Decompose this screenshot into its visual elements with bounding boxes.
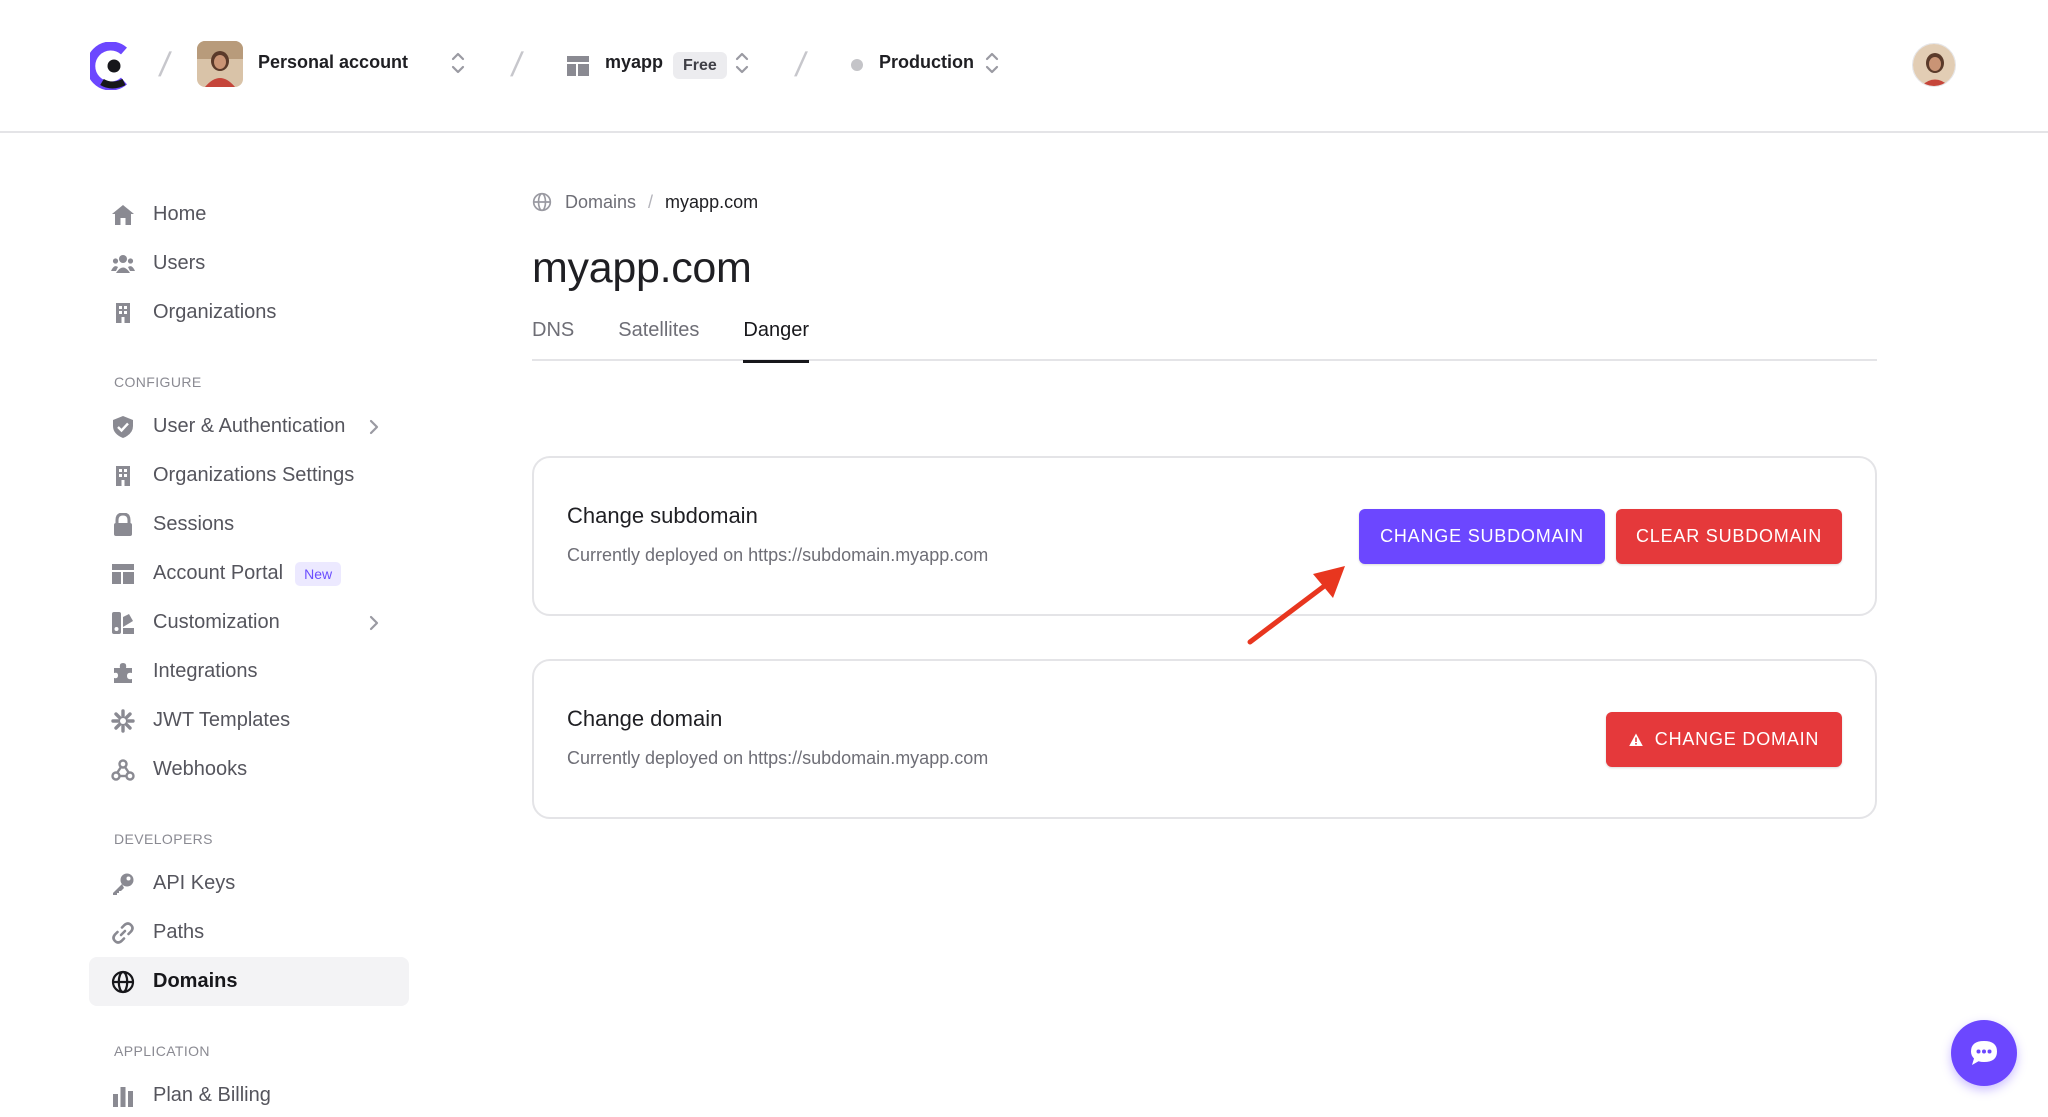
change-subdomain-card: Change subdomain Currently deployed on h… bbox=[532, 456, 1877, 616]
sidebar-item-jwt-templates[interactable]: JWT Templates bbox=[89, 696, 409, 745]
sidebar-item-label: User & Authentication bbox=[153, 415, 346, 437]
asterisk-icon bbox=[111, 708, 135, 733]
change-subdomain-button[interactable]: CHANGE SUBDOMAIN bbox=[1359, 509, 1605, 564]
tab-dns[interactable]: DNS bbox=[532, 317, 574, 361]
card-description: Currently deployed on https://subdomain.… bbox=[567, 748, 989, 768]
sidebar-item-plan-billing[interactable]: Plan & Billing bbox=[89, 1071, 409, 1117]
tab-satellites[interactable]: Satellites bbox=[618, 317, 699, 361]
card-title: Change domain bbox=[567, 706, 723, 731]
account-switcher-chevron-icon[interactable] bbox=[450, 49, 466, 77]
sidebar-item-label: Sessions bbox=[153, 513, 235, 535]
link-icon bbox=[112, 921, 134, 944]
sidebar-item-label: Users bbox=[153, 252, 206, 274]
users-icon bbox=[111, 254, 135, 273]
chevron-right-icon bbox=[369, 419, 379, 435]
clerk-logo[interactable] bbox=[90, 42, 134, 90]
chat-bubble-icon bbox=[1971, 1041, 1997, 1065]
lock-icon bbox=[114, 512, 132, 536]
app-switcher-chevron-icon[interactable] bbox=[734, 49, 750, 77]
sidebar-item-label: API Keys bbox=[153, 872, 236, 894]
sidebar-item-label: Organizations Settings bbox=[153, 464, 355, 486]
sidebar-item-user-authentication[interactable]: User & Authentication bbox=[89, 402, 409, 451]
sidebar-item-organizations[interactable]: Organizations bbox=[89, 288, 409, 337]
account-avatar[interactable] bbox=[197, 41, 243, 87]
sidebar-item-label: Customization bbox=[153, 611, 280, 633]
sidebar-item-label: Domains bbox=[153, 970, 238, 992]
chart-icon bbox=[113, 1086, 133, 1107]
warning-icon bbox=[1628, 733, 1643, 746]
environment-name[interactable]: Production bbox=[879, 52, 974, 73]
account-name[interactable]: Personal account bbox=[258, 52, 408, 73]
card-title: Change subdomain bbox=[567, 503, 758, 528]
main-content: Domains / myapp.com myapp.com DNS Satell… bbox=[532, 190, 1877, 819]
building-icon bbox=[116, 465, 130, 486]
home-icon bbox=[112, 204, 134, 225]
key-icon bbox=[113, 873, 134, 895]
sidebar-item-integrations[interactable]: Integrations bbox=[89, 647, 409, 696]
sidebar-item-api-keys[interactable]: API Keys bbox=[89, 859, 409, 908]
webhook-icon bbox=[111, 758, 135, 781]
breadcrumb-divider: / bbox=[792, 46, 809, 84]
sidebar-item-account-portal[interactable]: Account Portal New bbox=[89, 549, 409, 598]
sidebar-item-label: Integrations bbox=[153, 660, 258, 682]
app-window: / Personal account / myapp Free / Produc… bbox=[0, 0, 2048, 1117]
top-bar: / Personal account / myapp Free / Produc… bbox=[0, 0, 2048, 133]
environment-status-dot bbox=[851, 59, 863, 71]
tab-danger[interactable]: Danger bbox=[743, 317, 809, 363]
plan-badge: Free bbox=[673, 52, 727, 79]
building-icon bbox=[116, 302, 130, 323]
application-name[interactable]: myapp bbox=[605, 52, 663, 73]
breadcrumb-link-domains[interactable]: Domains bbox=[565, 192, 636, 213]
sidebar-item-webhooks[interactable]: Webhooks bbox=[89, 745, 409, 794]
sidebar-item-label: Home bbox=[153, 203, 207, 225]
page-title: myapp.com bbox=[532, 244, 752, 292]
change-domain-button[interactable]: CHANGE DOMAIN bbox=[1606, 712, 1842, 767]
globe-icon bbox=[111, 970, 135, 993]
new-badge: New bbox=[295, 561, 342, 586]
environment-switcher-chevron-icon[interactable] bbox=[984, 49, 1000, 77]
sidebar-item-users[interactable]: Users bbox=[89, 239, 409, 288]
sidebar-item-label: Account Portal bbox=[153, 562, 284, 584]
clear-subdomain-button[interactable]: CLEAR SUBDOMAIN bbox=[1616, 509, 1842, 564]
chevron-right-icon bbox=[369, 615, 379, 631]
shield-icon bbox=[113, 415, 133, 438]
breadcrumb-separator: / bbox=[648, 191, 654, 212]
sidebar-item-label: Webhooks bbox=[153, 758, 248, 780]
sidebar-item-organizations-settings[interactable]: Organizations Settings bbox=[89, 451, 409, 500]
puzzle-icon bbox=[114, 662, 132, 683]
section-label-application: APPLICATION bbox=[114, 1043, 210, 1059]
sidebar-item-home[interactable]: Home bbox=[89, 190, 409, 239]
tab-bar: DNS Satellites Danger bbox=[532, 317, 1877, 363]
sidebar: Home Users Organizations CONFIGURE User … bbox=[89, 190, 409, 1117]
sidebar-item-label: Paths bbox=[153, 921, 205, 943]
sidebar-item-paths[interactable]: Paths bbox=[89, 908, 409, 957]
chat-button[interactable] bbox=[1951, 1020, 2017, 1086]
paint-icon bbox=[112, 611, 134, 634]
breadcrumb-divider: / bbox=[508, 46, 525, 84]
sidebar-item-customization[interactable]: Customization bbox=[89, 598, 409, 647]
sidebar-item-domains[interactable]: Domains bbox=[89, 957, 409, 1006]
section-label-developers: DEVELOPERS bbox=[114, 831, 213, 847]
breadcrumb-current: myapp.com bbox=[665, 191, 759, 212]
change-domain-card: Change domain Currently deployed on http… bbox=[532, 659, 1877, 819]
globe-icon bbox=[532, 192, 552, 212]
sidebar-item-label: JWT Templates bbox=[153, 709, 291, 731]
application-icon bbox=[567, 56, 589, 76]
breadcrumb: Domains / myapp.com bbox=[532, 190, 1877, 214]
sidebar-item-label: Organizations bbox=[153, 301, 277, 323]
user-avatar[interactable] bbox=[1912, 43, 1956, 87]
card-description: Currently deployed on https://subdomain.… bbox=[567, 545, 989, 565]
section-label-configure: CONFIGURE bbox=[114, 374, 202, 390]
sidebar-item-sessions[interactable]: Sessions bbox=[89, 500, 409, 549]
change-domain-label: CHANGE DOMAIN bbox=[1654, 729, 1820, 749]
sidebar-item-label: Plan & Billing bbox=[153, 1084, 271, 1106]
layout-icon bbox=[112, 563, 134, 584]
annotation-arrow-icon bbox=[1247, 566, 1345, 645]
breadcrumb-divider: / bbox=[156, 46, 173, 84]
